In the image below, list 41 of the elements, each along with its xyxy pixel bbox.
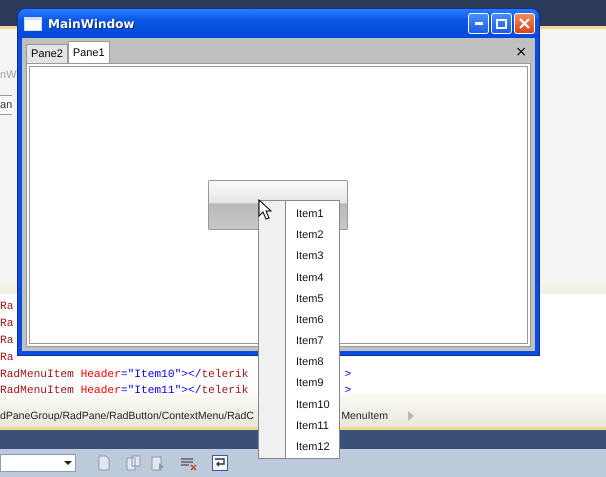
code-line: Ra [0,352,14,364]
breadcrumb-path[interactable]: MenuItem [341,410,388,422]
code-text: > [344,385,352,398]
minimize-icon [474,22,482,26]
breadcrumb-path[interactable]: dPaneGroup/RadPane/RadButton/ContextMenu/RadC [0,410,254,422]
pane-tab[interactable]: Pane2 [26,44,68,63]
maximize-icon [496,18,507,28]
code-line: RadMenuItem Header="Item11"></telerik [0,385,248,398]
menu-item[interactable]: Item11 [296,416,330,437]
menu-item[interactable]: Item4 [296,268,330,289]
window-caption: nW [0,69,16,81]
close-icon [519,18,530,29]
close-pane-button[interactable]: × [515,44,527,60]
menu-item[interactable]: Item8 [296,352,330,374]
menu-item[interactable]: Item1 [296,204,330,226]
caret-icon [64,461,72,465]
code-line: RadMenuItem Header="Item10"></telerik [0,368,248,381]
code-line: Ra [0,334,14,347]
pane-tab[interactable]: Pane1 [68,41,110,63]
menu-item[interactable]: Item3 [296,246,330,268]
menu-item[interactable]: Item9 [296,373,330,395]
close-button[interactable] [514,13,535,34]
minimize-button[interactable] [468,13,489,34]
copy-icon[interactable] [126,455,142,471]
menu-item[interactable]: Item12 [296,436,330,458]
maximize-button[interactable] [491,13,512,34]
code-line: Ra [0,301,14,314]
code-line: Ra [0,318,14,330]
wrap-icon[interactable] [212,455,228,471]
menu-item[interactable]: Item5 [296,288,330,310]
menu-item[interactable]: Item6 [296,310,330,332]
pane-tab[interactable]: an [0,95,12,115]
dropdown[interactable] [0,454,76,472]
paste-icon[interactable] [150,455,166,471]
window-title: MainWindow [48,16,135,30]
code-text: > [344,368,352,381]
window-icon [24,16,42,30]
document-icon[interactable] [96,455,112,471]
menu-item[interactable]: Item7 [296,331,330,352]
menu-item[interactable]: Item10 [296,394,330,416]
menu-item[interactable]: Item2 [296,225,330,246]
